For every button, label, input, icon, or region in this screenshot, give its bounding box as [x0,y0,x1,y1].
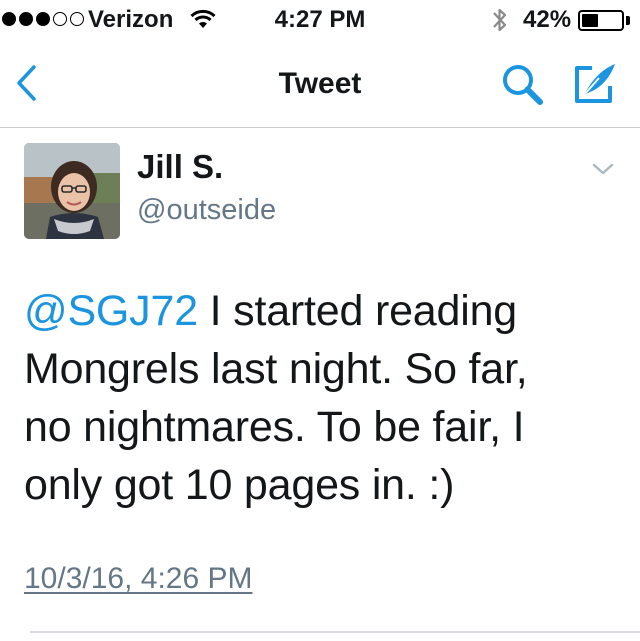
tweet-text-segment: I started reading [197,287,518,335]
tweet-text-line: no nightmares. To be fair, I [24,403,525,451]
battery-icon [578,10,624,31]
author-handle[interactable]: @outseide [137,194,276,227]
chevron-down-icon[interactable] [592,162,614,181]
tweet-text: @SGJ72 I started reading Mongrels last n… [24,282,624,514]
status-bar: Verizon 4:27 PM 42% [0,0,640,40]
navigation-bar: Tweet [0,40,640,128]
compose-tweet-icon[interactable] [570,61,620,112]
battery-percent: 42% [523,6,572,33]
tweet-text-line: Mongrels last night. So far, [24,345,528,393]
search-icon[interactable] [500,62,546,113]
tweet-text-line: only got 10 pages in. :) [24,461,455,509]
battery-level-fill [582,14,598,27]
author-display-name[interactable]: Jill S. [137,148,223,186]
tweet-header: Jill S. @outseide [0,128,640,248]
tweet-text-line: @SGJ72 I started reading [24,282,624,340]
battery-tip [626,16,630,25]
divider [30,631,640,633]
mention-link[interactable]: @SGJ72 [24,287,198,335]
bluetooth-icon [492,6,508,39]
avatar[interactable] [24,143,120,239]
tweet-timestamp[interactable]: 10/3/16, 4:26 PM [24,562,253,596]
